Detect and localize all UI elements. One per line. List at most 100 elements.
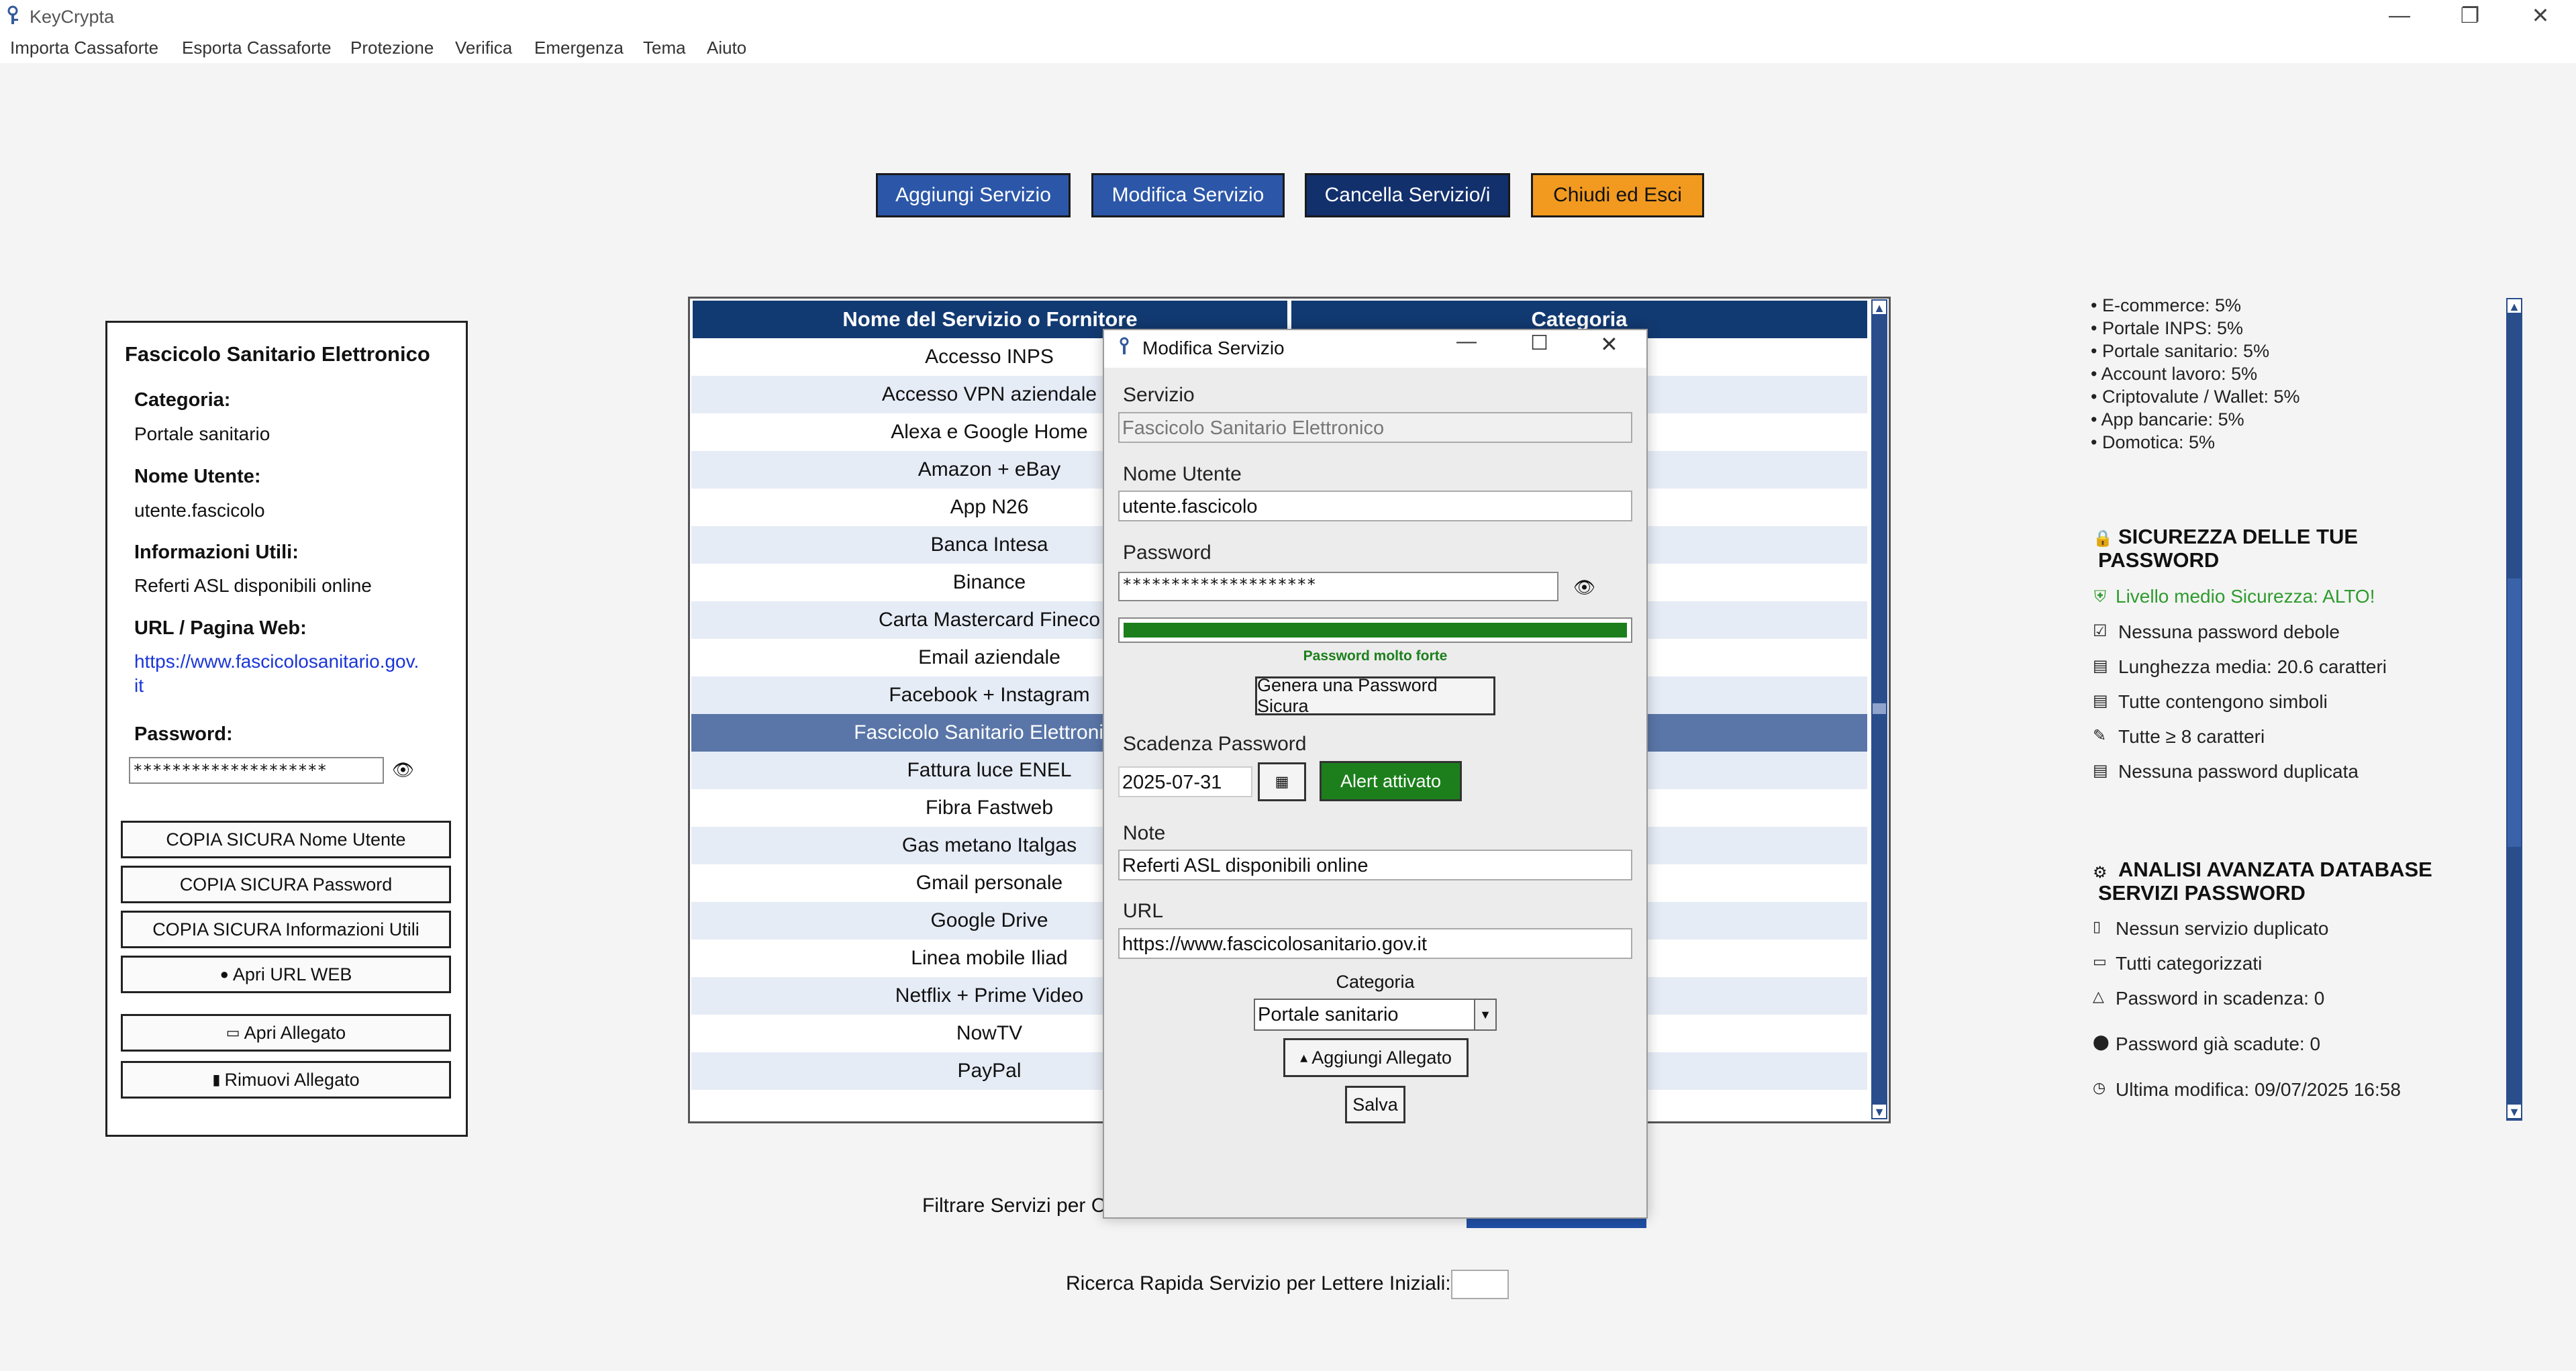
security-level: Livello medio Sicurezza: ALTO! xyxy=(2116,586,2375,607)
quick-search-input[interactable] xyxy=(1451,1270,1509,1299)
delete-service-button[interactable]: Cancella Servizio/i xyxy=(1305,173,1510,217)
dialog-note-field[interactable]: Referti ASL disponibili online xyxy=(1118,850,1632,880)
category-percent-item: • App bancarie: 5% xyxy=(2091,409,2244,429)
dialog-url-label: URL xyxy=(1123,900,1164,922)
title-bar xyxy=(0,0,2576,35)
dialog-maximize-icon[interactable]: ☐ xyxy=(1530,332,1548,355)
dialog-title: Modifica Servizio xyxy=(1142,338,1285,358)
security-item: Nessuna password duplicata xyxy=(2118,761,2359,782)
close-icon[interactable]: ✕ xyxy=(2520,3,2561,28)
category-percent-item: • Criptovalute / Wallet: 5% xyxy=(2091,387,2300,407)
stats-scroll-thumb[interactable] xyxy=(2508,578,2521,847)
security-item-icon: ▤ xyxy=(2093,657,2108,675)
lock-icon: 🔒 xyxy=(2093,529,2113,548)
detail-url-link-cont[interactable]: it xyxy=(134,675,144,697)
calendar-icon[interactable]: ▦ xyxy=(1258,762,1306,801)
stats-scroll-up-icon[interactable]: ▲ xyxy=(2506,298,2522,314)
dialog-eye-icon[interactable]: 👁 xyxy=(1573,577,1595,598)
remove-attachment-button[interactable]: ▮ Rimuovi Allegato xyxy=(121,1061,451,1099)
save-button[interactable]: Salva xyxy=(1345,1086,1405,1123)
menu-esporta[interactable]: Esporta Cassaforte xyxy=(182,38,332,58)
globe-icon: ● xyxy=(219,966,229,982)
menu-tema[interactable]: Tema xyxy=(643,38,686,58)
analysis-item-icon: ◷ xyxy=(2093,1079,2106,1096)
dialog-close-icon[interactable]: ✕ xyxy=(1600,332,1618,357)
trash-icon: ▮ xyxy=(212,1071,221,1088)
dialog-user-label: Nome Utente xyxy=(1123,463,1242,485)
security-item: Lunghezza media: 20.6 caratteri xyxy=(2118,656,2387,677)
stats-scroll-down-icon[interactable]: ▼ xyxy=(2506,1103,2522,1119)
analysis-item: Password in scadenza: 0 xyxy=(2116,988,2325,1009)
dialog-expiry-field[interactable]: 2025-07-31 xyxy=(1118,766,1252,797)
password-strength-bar xyxy=(1118,617,1632,643)
window-title: KeyCrypta xyxy=(30,7,115,27)
detail-user: utente.fascicolo xyxy=(134,500,265,521)
security-item-icon: ☑ xyxy=(2093,622,2108,640)
gear-icon: ⚙ xyxy=(2093,864,2108,882)
maximize-icon[interactable]: ❐ xyxy=(2450,3,2490,28)
dialog-app-icon xyxy=(1117,337,1132,360)
security-item: Tutte contengono simboli xyxy=(2118,691,2328,712)
password-strength-text: Password molto forte xyxy=(1303,648,1448,664)
dialog-category-value: Portale sanitario xyxy=(1258,1004,1399,1025)
dialog-user-field[interactable]: utente.fascicolo xyxy=(1118,491,1632,521)
detail-url-link[interactable]: https://www.fascicolosanitario.gov. xyxy=(134,651,419,672)
menu-protezione[interactable]: Protezione xyxy=(350,38,434,58)
detail-category-label: Categoria: xyxy=(134,389,231,411)
analysis-item: Tutti categorizzati xyxy=(2116,953,2263,974)
category-percent-item: • Portale INPS: 5% xyxy=(2091,318,2244,338)
menu-emergenza[interactable]: Emergenza xyxy=(534,38,624,58)
chevron-down-icon[interactable]: ▼ xyxy=(1474,1000,1495,1029)
category-percent-item: • Portale sanitario: 5% xyxy=(2091,341,2270,361)
copy-user-button[interactable]: COPIA SICURA Nome Utente xyxy=(121,821,451,858)
analysis-item: Nessun servizio duplicato xyxy=(2116,918,2329,939)
dialog-minimize-icon[interactable]: — xyxy=(1456,330,1477,353)
table-scroll-thumb[interactable] xyxy=(1873,703,1886,714)
dialog-password-label: Password xyxy=(1123,542,1211,564)
analysis-title: ANALISI AVANZATA DATABASE xyxy=(2118,858,2432,881)
dialog-category-select[interactable]: Portale sanitario ▼ xyxy=(1254,999,1497,1031)
security-title: SICUREZZA DELLE TUE xyxy=(2118,525,2359,548)
password-strength-fill xyxy=(1124,623,1627,638)
exit-button[interactable]: Chiudi ed Esci xyxy=(1531,173,1704,217)
security-title-cont: PASSWORD xyxy=(2098,548,2220,572)
generate-password-button[interactable]: Genera una Password Sicura xyxy=(1255,675,1495,716)
menu-verifica[interactable]: Verifica xyxy=(455,38,512,58)
security-item: Nessuna password debole xyxy=(2118,621,2340,642)
analysis-item-icon: ▯ xyxy=(2093,918,2101,935)
eye-icon[interactable]: 👁 xyxy=(392,760,414,780)
alert-toggle-button[interactable]: Alert attivato xyxy=(1320,761,1462,801)
add-attachment-button[interactable]: ▴ Aggiungi Allegato xyxy=(1283,1038,1469,1077)
scroll-up-icon[interactable]: ▲ xyxy=(1871,299,1887,315)
scroll-down-icon[interactable]: ▼ xyxy=(1871,1103,1887,1119)
category-percent-item: • Domotica: 5% xyxy=(2091,432,2216,452)
detail-password-field[interactable]: ******************** xyxy=(129,757,384,784)
folder-icon: ▭ xyxy=(226,1024,240,1041)
dialog-url-field[interactable]: https://www.fascicolosanitario.gov.it xyxy=(1118,928,1632,959)
security-item-icon: ▤ xyxy=(2093,692,2108,710)
add-service-button[interactable]: Aggiungi Servizio xyxy=(876,173,1071,217)
dialog-service-label: Servizio xyxy=(1123,384,1195,406)
open-attachment-button[interactable]: ▭ Apri Allegato xyxy=(121,1014,451,1052)
detail-info: Referti ASL disponibili online xyxy=(134,575,372,596)
open-url-button[interactable]: ● Apri URL WEB xyxy=(121,956,451,993)
detail-info-label: Informazioni Utili: xyxy=(134,542,299,563)
security-item: Tutte ≥ 8 caratteri xyxy=(2118,726,2265,747)
dialog-service-field: Fascicolo Sanitario Elettronico xyxy=(1118,412,1632,443)
detail-title: Fascicolo Sanitario Elettronico xyxy=(125,342,430,366)
category-percent-item: • E-commerce: 5% xyxy=(2091,295,2242,315)
quick-search-label: Ricerca Rapida Servizio per Lettere Iniz… xyxy=(1066,1272,1451,1294)
menu-aiuto[interactable]: Aiuto xyxy=(707,38,746,58)
analysis-item-icon: ▭ xyxy=(2093,953,2107,970)
analysis-item-icon: △ xyxy=(2093,988,2104,1005)
detail-category: Portale sanitario xyxy=(134,423,270,444)
copy-password-button[interactable]: COPIA SICURA Password xyxy=(121,866,451,903)
edit-service-button[interactable]: Modifica Servizio xyxy=(1091,173,1285,217)
minimize-icon[interactable]: — xyxy=(2379,3,2420,28)
filter-label: Filtrare Servizi per Ca xyxy=(922,1195,1118,1217)
dialog-password-field[interactable]: ******************** xyxy=(1118,572,1558,601)
menu-importa[interactable]: Importa Cassaforte xyxy=(10,38,158,58)
shield-icon: ⛨ xyxy=(2094,588,2106,606)
detail-user-label: Nome Utente: xyxy=(134,466,261,487)
copy-info-button[interactable]: COPIA SICURA Informazioni Utili xyxy=(121,911,451,948)
